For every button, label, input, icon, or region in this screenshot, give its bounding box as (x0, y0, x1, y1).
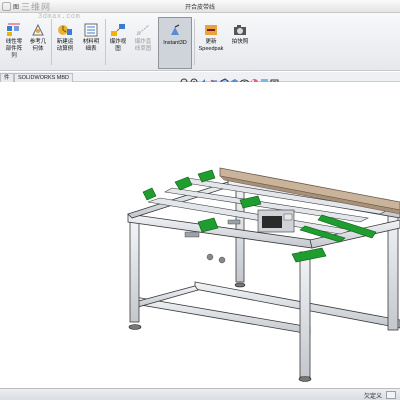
camera-icon (232, 23, 248, 37)
motion-study-icon (57, 23, 73, 37)
leg-front-right (299, 251, 311, 378)
ribbon-separator (194, 19, 195, 65)
status-bar: 欠定义 (0, 388, 400, 400)
bracket-1 (184, 231, 200, 238)
graphics-area[interactable] (0, 82, 400, 388)
exploded-view-icon (110, 23, 126, 37)
take-snapshot-button[interactable]: 拍快照 (228, 17, 252, 69)
linear-pattern-label: 线性零 部件阵 列 (5, 39, 23, 59)
bill-of-materials-icon (83, 23, 99, 37)
foot-front-left (128, 324, 142, 330)
exploded-view-button[interactable]: 爆炸视 图 (107, 17, 129, 69)
instant3d-icon (167, 24, 183, 38)
tab-solidworks-mbd[interactable]: SOLIDWORKS MBD (14, 73, 74, 82)
explode-line-sketch-button[interactable]: 爆炸直 线草图 (131, 17, 155, 69)
caster-wheel-1 (206, 253, 214, 261)
lower-rail-back (194, 281, 400, 329)
ribbon-separator (51, 19, 52, 65)
caster-wheel-2 (218, 256, 226, 264)
exploded-view-label: 爆炸视 图 (109, 39, 127, 52)
foot-front-right (298, 376, 312, 382)
bracket-2 (227, 219, 241, 225)
reference-geometry-button[interactable]: 参考几 何体 (27, 17, 49, 69)
definition-status: 欠定义 (363, 394, 382, 400)
foot-back-left (234, 282, 246, 288)
conveyor-assembly-model[interactable] (0, 82, 400, 388)
reference-geometry-label: 参考几 何体 (29, 39, 47, 52)
command-manager-ribbon: 3dmax.com 线性零 部件阵 列 参考几 何体 新建运 动算例 材料明 细… (0, 13, 400, 71)
ribbon-separator (105, 19, 106, 65)
take-snapshot-label: 拍快照 (231, 39, 249, 45)
linear-pattern-icon (6, 23, 22, 37)
explode-line-sketch-icon (135, 23, 151, 37)
bill-of-materials-label: 材料明 细表 (82, 39, 100, 52)
instant3d-button[interactable]: Instant3D (158, 17, 192, 69)
drive-unit (257, 209, 295, 233)
tab-parts[interactable]: 件 (0, 73, 14, 82)
status-options-button[interactable] (386, 391, 396, 399)
new-motion-study-label: 新建运 动算例 (56, 39, 74, 52)
reference-geometry-icon (30, 23, 46, 37)
belt-roller-1 (142, 187, 157, 201)
explode-line-sketch-label: 爆炸直 线草图 (134, 39, 152, 52)
title-bar: 图 三维网 开合皮带线 (0, 0, 400, 13)
new-motion-study-button[interactable]: 新建运 动算例 (53, 17, 77, 69)
bill-of-materials-button[interactable]: 材料明 细表 (79, 17, 103, 69)
instant3d-label: Instant3D (163, 40, 187, 46)
update-speedpak-button[interactable]: 更新 Speedpak (196, 17, 226, 69)
linear-pattern-button[interactable]: 线性零 部件阵 列 (2, 17, 26, 69)
speedpak-icon (203, 23, 219, 37)
window-title: 开合皮带线 (184, 5, 215, 11)
update-speedpak-label: 更新 Speedpak (198, 39, 224, 52)
leg-front-left (129, 221, 140, 323)
